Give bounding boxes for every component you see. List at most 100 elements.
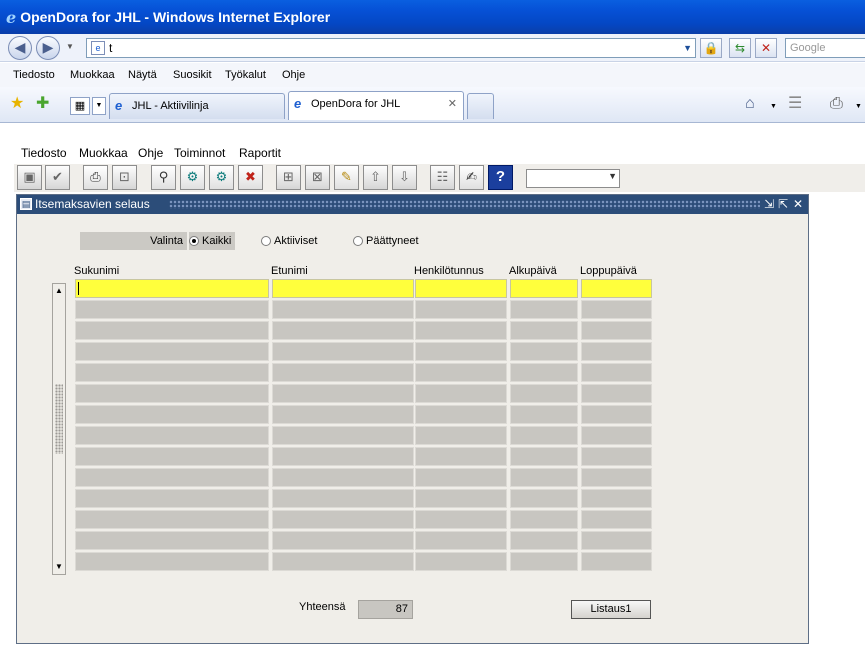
alkupaiva-field[interactable] xyxy=(510,321,578,340)
sukunimi-field[interactable] xyxy=(75,552,269,571)
henkilotunnus-field[interactable] xyxy=(415,468,507,487)
alkupaiva-field[interactable] xyxy=(510,510,578,529)
etunimi-field[interactable] xyxy=(272,405,414,424)
etunimi-field[interactable] xyxy=(272,510,414,529)
alkupaiva-field[interactable] xyxy=(510,468,578,487)
sukunimi-field[interactable] xyxy=(75,447,269,466)
records-scrollbar[interactable]: ▲ ▼ xyxy=(52,283,66,575)
sukunimi-field[interactable] xyxy=(75,321,269,340)
home-dropdown-icon[interactable]: ▼ xyxy=(770,98,777,116)
alkupaiva-field[interactable] xyxy=(510,489,578,508)
alkupaiva-field[interactable] xyxy=(510,552,578,571)
etunimi-field[interactable] xyxy=(272,342,414,361)
stop-icon[interactable]: ✕ xyxy=(755,38,777,58)
scroll-thumb[interactable] xyxy=(55,384,63,454)
refresh-icon[interactable]: ⇆ xyxy=(729,38,751,58)
print-dropdown-icon[interactable]: ▼ xyxy=(855,98,862,116)
henkilotunnus-field[interactable] xyxy=(415,300,507,319)
henkilotunnus-field[interactable] xyxy=(415,531,507,550)
toolbar-combo[interactable]: ▼ xyxy=(526,169,620,188)
tab-opendora[interactable]: e OpenDora for JHL ✕ xyxy=(288,91,464,120)
alkupaiva-field[interactable] xyxy=(510,300,578,319)
henkilotunnus-field[interactable] xyxy=(415,321,507,340)
help-icon[interactable]: ? xyxy=(488,165,513,190)
etunimi-field[interactable] xyxy=(272,384,414,403)
print-icon[interactable]: ⎙ xyxy=(83,165,108,190)
sukunimi-field[interactable] xyxy=(75,489,269,508)
delete-record-icon[interactable]: ⊠ xyxy=(305,165,330,190)
search-input[interactable]: Google xyxy=(785,38,865,58)
lock-icon[interactable]: 🔒 xyxy=(700,38,722,58)
history-dropdown-icon[interactable]: ▼ xyxy=(66,42,74,51)
henkilotunnus-field[interactable] xyxy=(415,384,507,403)
alkupaiva-field[interactable] xyxy=(510,363,578,382)
loppupaiva-field[interactable] xyxy=(581,468,652,487)
alkupaiva-field[interactable] xyxy=(510,384,578,403)
window-title-bar[interactable]: ▤ Itsemaksavien selaus ⇲ ⇱ ✕ xyxy=(17,195,808,214)
list-values-icon[interactable]: ☷ xyxy=(430,165,455,190)
etunimi-field[interactable] xyxy=(272,552,414,571)
loppupaiva-field[interactable] xyxy=(581,321,652,340)
loppupaiva-field[interactable] xyxy=(581,489,652,508)
etunimi-field[interactable] xyxy=(272,489,414,508)
sukunimi-field[interactable] xyxy=(75,468,269,487)
clear-record-icon[interactable]: ✎ xyxy=(334,165,359,190)
henkilotunnus-field[interactable] xyxy=(415,342,507,361)
radio-aktiiviset[interactable]: Aktiiviset xyxy=(261,232,317,250)
alkupaiva-field[interactable] xyxy=(510,531,578,550)
henkilotunnus-field[interactable] xyxy=(415,363,507,382)
tab-list-dropdown-icon[interactable]: ▼ xyxy=(92,97,106,115)
alkupaiva-field[interactable] xyxy=(510,279,578,298)
save-icon[interactable]: ▣ xyxy=(17,165,42,190)
address-input[interactable]: e t ▼ xyxy=(86,38,696,58)
sukunimi-field[interactable] xyxy=(75,426,269,445)
menu-suosikit[interactable]: Suosikit xyxy=(173,69,212,81)
alkupaiva-field[interactable] xyxy=(510,342,578,361)
edit-icon[interactable]: ✍ xyxy=(459,165,484,190)
etunimi-field[interactable] xyxy=(272,447,414,466)
sukunimi-field[interactable] xyxy=(75,363,269,382)
loppupaiva-field[interactable] xyxy=(581,342,652,361)
next-record-icon[interactable]: ⇩ xyxy=(392,165,417,190)
radio-paattyneet[interactable]: Päättyneet xyxy=(353,232,419,250)
menu-tyokalut[interactable]: Työkalut xyxy=(225,69,266,81)
loppupaiva-field[interactable] xyxy=(581,447,652,466)
tab-jhl-aktiivilinja[interactable]: e JHL - Aktiivilinja xyxy=(109,93,285,119)
loppupaiva-field[interactable] xyxy=(581,531,652,550)
favorites-star-icon[interactable]: ★ xyxy=(10,95,24,113)
henkilotunnus-field[interactable] xyxy=(415,552,507,571)
print-icon[interactable]: ⎙ xyxy=(830,95,843,113)
radio-kaikki[interactable]: Kaikki xyxy=(189,232,236,250)
quick-tabs-icon[interactable]: ▦ xyxy=(70,97,90,115)
accept-icon[interactable]: ✔ xyxy=(45,165,70,190)
etunimi-field[interactable] xyxy=(272,531,414,550)
sukunimi-field[interactable] xyxy=(75,384,269,403)
scroll-up-icon[interactable]: ▲ xyxy=(53,284,65,298)
query-enter-icon[interactable]: ⚙ xyxy=(180,165,205,190)
loppupaiva-field[interactable] xyxy=(581,363,652,382)
loppupaiva-field[interactable] xyxy=(581,300,652,319)
feeds-icon[interactable]: ☰ xyxy=(788,95,802,113)
cancel-query-icon[interactable]: ✖ xyxy=(238,165,263,190)
etunimi-field[interactable] xyxy=(272,426,414,445)
app-menu-muokkaa[interactable]: Muokkaa xyxy=(79,146,128,160)
forward-button[interactable]: ▶ xyxy=(36,36,60,60)
henkilotunnus-field[interactable] xyxy=(415,510,507,529)
scroll-down-icon[interactable]: ▼ xyxy=(53,560,65,574)
previous-record-icon[interactable]: ⇧ xyxy=(363,165,388,190)
loppupaiva-field[interactable] xyxy=(581,552,652,571)
sukunimi-field[interactable] xyxy=(75,300,269,319)
alkupaiva-field[interactable] xyxy=(510,447,578,466)
sukunimi-field[interactable] xyxy=(75,279,269,298)
app-menu-ohje[interactable]: Ohje xyxy=(138,146,163,160)
insert-record-icon[interactable]: ⊞ xyxy=(276,165,301,190)
print-preview-icon[interactable]: ⊡ xyxy=(112,165,137,190)
maximize-icon[interactable]: ⇱ xyxy=(778,195,788,214)
sukunimi-field[interactable] xyxy=(75,510,269,529)
menu-muokkaa[interactable]: Muokkaa xyxy=(70,69,115,81)
etunimi-field[interactable] xyxy=(272,468,414,487)
add-favorite-icon[interactable]: ✚ xyxy=(36,95,49,113)
listaus1-button[interactable]: Listaus1 xyxy=(571,600,651,619)
alkupaiva-field[interactable] xyxy=(510,426,578,445)
new-tab-button[interactable] xyxy=(467,93,494,119)
